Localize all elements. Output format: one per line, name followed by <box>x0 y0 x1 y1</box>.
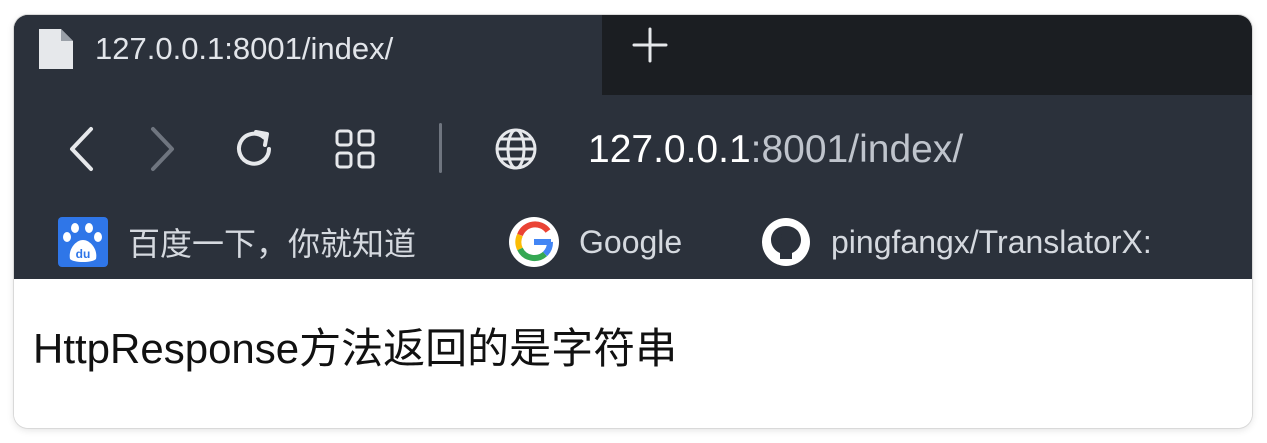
bookmark-google[interactable]: Google <box>509 205 682 279</box>
reload-button[interactable] <box>230 121 280 177</box>
plus-icon <box>632 27 668 63</box>
browser-window: 127.0.0.1:8001/index/ 127.0.0.1:8001/ind… <box>14 15 1252 428</box>
baidu-icon: du <box>58 217 108 267</box>
tab-title: 127.0.0.1:8001/index/ <box>95 31 394 66</box>
bookmark-github[interactable]: pingfangx/TranslatorX: <box>761 205 1152 279</box>
url-path: :8001/index/ <box>750 128 964 171</box>
svg-text:du: du <box>76 247 91 261</box>
google-icon <box>509 217 559 267</box>
apps-button[interactable] <box>330 121 380 177</box>
url-host: 127.0.0.1 <box>588 128 751 171</box>
apps-grid-icon <box>335 129 375 169</box>
bookmark-label: 百度一下，你就知道 <box>128 226 417 262</box>
bookmark-baidu[interactable]: du 百度一下，你就知道 <box>58 205 416 279</box>
bookmark-label: Google <box>579 223 683 260</box>
page-body-text: HttpResponse方法返回的是字符串 <box>33 325 678 372</box>
toolbar: 127.0.0.1:8001/index/ <box>14 95 1252 213</box>
github-icon <box>762 218 810 266</box>
forward-arrow-icon <box>151 127 174 171</box>
back-button[interactable] <box>58 121 108 177</box>
tab-strip: 127.0.0.1:8001/index/ <box>14 15 1252 95</box>
bookmarks-bar: du 百度一下，你就知道 Google pingfangx/Translator… <box>14 205 1252 279</box>
active-tab[interactable]: 127.0.0.1:8001/index/ <box>14 15 602 95</box>
toolbar-divider <box>439 123 442 173</box>
page-content: HttpResponse方法返回的是字符串 <box>14 279 1252 428</box>
reload-icon <box>237 130 271 166</box>
document-icon <box>36 27 76 71</box>
address-bar[interactable]: 127.0.0.1:8001/index/ <box>588 123 963 177</box>
forward-button[interactable] <box>136 121 186 177</box>
back-arrow-icon <box>70 127 93 171</box>
new-tab-button[interactable] <box>630 25 670 65</box>
site-info-button[interactable] <box>491 121 541 177</box>
globe-icon <box>495 128 537 170</box>
bookmark-label: pingfangx/TranslatorX: <box>831 223 1152 260</box>
